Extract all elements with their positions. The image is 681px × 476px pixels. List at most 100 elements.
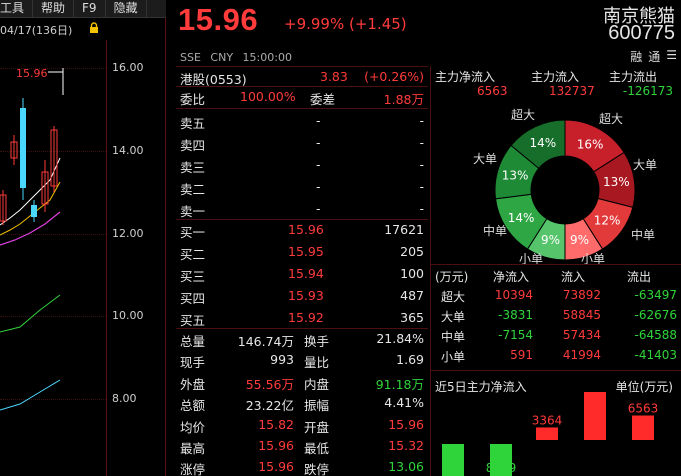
sell-level-row[interactable]: 卖一 - - <box>180 198 424 220</box>
hk-row[interactable]: 港股(0553) 3.83 (+0.26%) <box>180 66 424 88</box>
stat-row[interactable]: 现手 993 量比 1.69 <box>180 349 424 371</box>
level-label: 卖五 <box>180 116 206 131</box>
donut-category-label: 超大 <box>599 112 624 126</box>
level-price: 15.92 <box>288 310 324 325</box>
buy-level-row[interactable]: 买五 15.92 365 <box>180 307 424 329</box>
donut-category-label: 中单 <box>631 228 656 242</box>
main-net-inflow: 6563 <box>477 84 508 98</box>
toolbar-hide[interactable]: 隐藏 <box>106 0 147 17</box>
level-price: 15.94 <box>288 266 324 281</box>
order-book: 港股(0553) 3.83 (+0.26%) 委比 100.00% 委差 1.8… <box>176 66 428 476</box>
sell-level-row[interactable]: 卖五 - - <box>180 110 424 132</box>
sell-level-row[interactable]: 卖三 - - <box>180 154 424 176</box>
ratio-value: 100.00% <box>240 89 296 104</box>
level-label: 买二 <box>180 247 206 262</box>
five-day-bar <box>584 392 606 440</box>
level-volume: 17621 <box>384 222 424 237</box>
stat-label: 跌停 <box>304 462 330 476</box>
sell-level-row[interactable]: 卖二 - - <box>180 176 424 198</box>
toolbar-tools[interactable]: 工具 <box>0 0 34 17</box>
candlestick-chart[interactable]: 15.96 <box>0 40 106 476</box>
donut-category-label: 超大 <box>511 108 536 122</box>
flow-row-out: -62676 <box>634 308 677 322</box>
fund-flow-donut[interactable]: 16% 13% 12% 9% 9% 14% 13% 14% <box>493 118 637 262</box>
five-day-bar-label: 6563 <box>628 401 659 415</box>
level-price: - <box>316 179 321 194</box>
buy-level-row[interactable]: 买三 15.94 100 <box>180 263 424 285</box>
margin-icon[interactable]: 融 <box>630 48 642 65</box>
flow-table-header: 流出 <box>627 270 652 284</box>
level-label: 卖二 <box>180 182 206 197</box>
market-meta: SSE CNY 15:00:00 <box>180 51 292 64</box>
ma-line-cyan <box>0 379 61 411</box>
buy-level-row[interactable]: 买四 15.93 487 <box>180 285 424 307</box>
donut-slice-label: 16% <box>577 137 604 151</box>
stat-value: 21.84% <box>376 331 424 346</box>
stat-row[interactable]: 外盘 55.56万 内盘 91.18万 <box>180 371 424 393</box>
lock-icon[interactable] <box>88 22 100 34</box>
flow-row-name: 大单 <box>441 310 466 324</box>
stat-label: 换手 <box>304 334 330 349</box>
last-price: 15.96 <box>178 2 259 37</box>
buy-level-row[interactable]: 买二 15.95 205 <box>180 241 424 263</box>
menu-icon[interactable]: ☰ <box>666 48 677 65</box>
stat-value: 15.96 <box>388 416 424 432</box>
level-price: - <box>316 157 321 172</box>
stat-value: 1.69 <box>396 352 424 368</box>
chart-price-marker: 15.96 <box>16 67 48 80</box>
donut-slice-label: 9% <box>541 233 560 247</box>
hk-price: 3.83 <box>320 69 348 84</box>
stat-row[interactable]: 最高 15.96 最低 15.32 <box>180 435 424 457</box>
stat-row[interactable]: 总量 146.74万 换手 21.84% <box>180 328 424 350</box>
stat-value: 91.18万 <box>375 376 424 392</box>
level-volume: - <box>419 179 424 194</box>
stat-row[interactable]: 总额 23.22亿 振幅 4.41% <box>180 392 424 414</box>
stat-value: 15.96 <box>258 459 294 475</box>
flow-row-name: 中单 <box>441 330 466 344</box>
stat-row[interactable]: 涨停 15.96 跌停 13.06 <box>180 456 424 476</box>
level-price: - <box>316 113 321 128</box>
flow-row-net: -3831 <box>498 308 533 322</box>
buy-level-row[interactable]: 买一 15.96 17621 <box>180 219 424 241</box>
stat-label: 开盘 <box>304 419 330 435</box>
sell-level-row[interactable]: 卖四 - - <box>180 132 424 154</box>
toolbar-help[interactable]: 帮助 <box>33 0 75 17</box>
level-price: 15.95 <box>288 244 324 259</box>
candle <box>31 205 37 217</box>
connect-icon[interactable]: 通 <box>648 48 660 65</box>
level-price: - <box>316 135 321 150</box>
candle <box>20 108 26 188</box>
toolbar-f9[interactable]: F9 <box>74 0 106 17</box>
stat-label: 总量 <box>180 334 206 349</box>
ratio-label: 委比 <box>180 92 206 107</box>
donut-slice-label: 14% <box>508 211 535 225</box>
five-day-bar-label: 3364 <box>532 413 563 427</box>
axis-label-16: 16.00 <box>112 61 144 74</box>
donut-slice-label: 13% <box>603 175 630 189</box>
flow-row-in: 58845 <box>562 308 601 322</box>
five-day-bar <box>632 415 654 440</box>
main-net-inflow-label: 主力净流入 <box>435 70 496 84</box>
stat-label: 最低 <box>304 441 330 456</box>
ma-line-yellow <box>0 181 61 236</box>
divider <box>431 264 681 265</box>
stat-row[interactable]: 均价 15.82 开盘 15.96 <box>180 414 424 436</box>
ratio-row: 委比 100.00% 委差 1.88万 <box>180 86 424 108</box>
level-label: 买一 <box>180 225 206 240</box>
level-label: 买五 <box>180 313 206 328</box>
stat-label: 最高 <box>180 441 206 456</box>
level-label: 卖四 <box>180 138 206 153</box>
hk-change: (+0.26%) <box>364 69 424 84</box>
donut-slice-label: 12% <box>594 214 621 228</box>
flow-row-in: 57434 <box>562 328 601 342</box>
ma-line-magenta <box>0 211 61 246</box>
divider <box>176 108 428 109</box>
stat-value: 15.96 <box>258 438 294 453</box>
donut-slice-label: 14% <box>530 136 557 150</box>
flow-row-net: -7154 <box>498 328 533 342</box>
axis-label-10: 10.00 <box>112 309 144 322</box>
five-day-bar <box>536 427 558 440</box>
chart-date-range: 04/17(136日) <box>0 24 73 37</box>
stat-label: 均价 <box>180 419 206 435</box>
stat-label: 振幅 <box>304 398 330 414</box>
